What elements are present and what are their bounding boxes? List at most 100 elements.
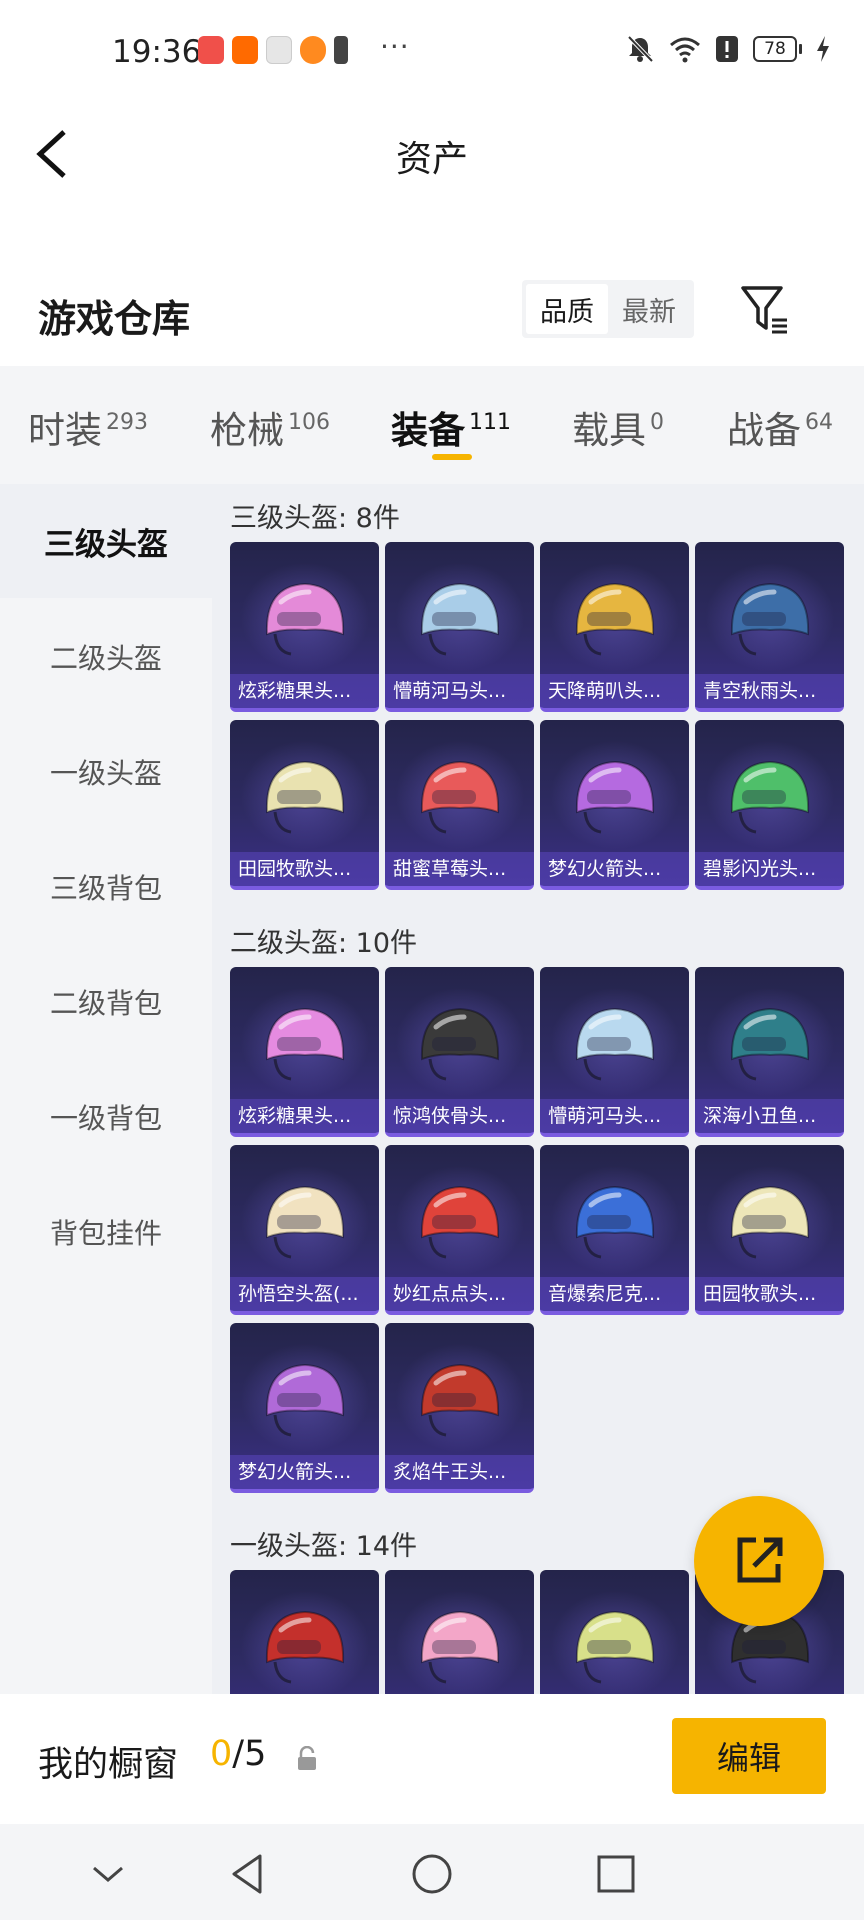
- item-card[interactable]: [230, 1570, 379, 1694]
- sidebar-item-level3-helmet[interactable]: 三级头盔: [0, 484, 212, 598]
- item-card[interactable]: 孙悟空头盔(...: [230, 1145, 379, 1315]
- item-name: 梦幻火箭头...: [230, 1455, 379, 1489]
- item-name: 炫彩糖果头...: [230, 674, 379, 708]
- back-triangle-icon[interactable]: [224, 1850, 272, 1898]
- item-name: 惊鸿侠骨头...: [385, 1099, 534, 1133]
- tab-count: 64: [805, 410, 833, 435]
- section-title: 一级头盔: 14件: [230, 1531, 418, 1562]
- tab-weapons[interactable]: 枪械 106: [210, 400, 330, 454]
- notification-app-icon: [198, 36, 224, 64]
- tab-label: 载具: [572, 409, 646, 452]
- sidebar-item-level2-helmet[interactable]: 二级头盔: [0, 600, 212, 714]
- item-card[interactable]: 懵萌河马头...: [540, 967, 689, 1137]
- item-name: 孙悟空头盔(...: [230, 1277, 379, 1311]
- app-header: 资产: [0, 100, 864, 210]
- mute-bell-icon: [627, 35, 654, 63]
- sidebar-item-level1-helmet[interactable]: 一级头盔: [0, 715, 212, 829]
- item-name: 炫彩糖果头...: [230, 1099, 379, 1133]
- item-card[interactable]: 深海小丑鱼...: [695, 967, 844, 1137]
- sidebar-item-level3-backpack[interactable]: 三级背包: [0, 830, 212, 944]
- tab-count: 111: [469, 410, 511, 435]
- status-bar: 19:36 ··· 78: [0, 0, 864, 100]
- item-card[interactable]: 梦幻火箭头...: [540, 720, 689, 890]
- sidebar-item-level2-backpack[interactable]: 二级背包: [0, 945, 212, 1059]
- showcase-total: /5: [232, 1734, 267, 1774]
- item-card[interactable]: 甜蜜草莓头...: [385, 720, 534, 890]
- showcase-label: 我的橱窗: [38, 1745, 179, 1785]
- helmet-icon: [730, 582, 810, 656]
- wifi-icon: [670, 37, 700, 63]
- tab-equipment[interactable]: 装备 111: [391, 400, 511, 454]
- alert-icon: [716, 36, 738, 62]
- share-button[interactable]: [694, 1496, 824, 1626]
- item-card[interactable]: 天降萌叭头...: [540, 542, 689, 712]
- item-name: 田园牧歌头...: [695, 1277, 844, 1311]
- helmet-icon: [730, 760, 810, 834]
- notification-icons: [198, 36, 348, 64]
- item-name: 天降萌叭头...: [540, 674, 689, 708]
- page: 19:36 ··· 78 资产 游戏仓库 品质 最新 时装 293 枪械 106…: [0, 0, 864, 1920]
- notification-app-icon: [334, 36, 348, 64]
- helmet-icon: [730, 1007, 810, 1081]
- showcase-count: 0/5: [210, 1734, 266, 1774]
- home-circle-icon[interactable]: [408, 1850, 456, 1898]
- item-card[interactable]: 田园牧歌头...: [230, 720, 379, 890]
- item-card[interactable]: 炙焰牛王头...: [385, 1323, 534, 1493]
- helmet-icon: [265, 1185, 345, 1259]
- sort-option-quality[interactable]: 品质: [526, 284, 608, 334]
- battery-icon: 78: [753, 35, 802, 63]
- item-card[interactable]: 懵萌河马头...: [385, 542, 534, 712]
- tab-supplies[interactable]: 战备 64: [727, 400, 833, 454]
- item-card[interactable]: 惊鸿侠骨头...: [385, 967, 534, 1137]
- helmet-icon: [575, 1610, 655, 1684]
- helmet-icon: [265, 1007, 345, 1081]
- status-indicators: 78: [625, 34, 830, 64]
- helmet-icon: [575, 1185, 655, 1259]
- item-name: 炙焰牛王头...: [385, 1455, 534, 1489]
- sidebar-item-level1-backpack[interactable]: 一级背包: [0, 1060, 212, 1174]
- tab-fashion[interactable]: 时装 293: [28, 400, 148, 454]
- item-card[interactable]: 青空秋雨头...: [695, 542, 844, 712]
- edit-button[interactable]: 编辑: [672, 1718, 826, 1794]
- chevron-down-icon[interactable]: [84, 1850, 132, 1898]
- item-card[interactable]: 炫彩糖果头...: [230, 967, 379, 1137]
- helmet-icon: [420, 1610, 500, 1684]
- helmet-icon: [575, 582, 655, 656]
- item-card[interactable]: [540, 1570, 689, 1694]
- helmet-icon: [265, 582, 345, 656]
- tab-label: 枪械: [210, 409, 284, 452]
- charging-icon: [817, 36, 829, 62]
- helmet-icon: [420, 1363, 500, 1437]
- item-card[interactable]: 梦幻火箭头...: [230, 1323, 379, 1493]
- filter-icon[interactable]: [740, 284, 790, 336]
- sidebar: 三级头盔 二级头盔 一级头盔 三级背包 二级背包 一级背包 背包挂件: [0, 484, 212, 1694]
- helmet-icon: [575, 760, 655, 834]
- section-title: 二级头盔: 10件: [230, 928, 418, 959]
- showcase-current: 0: [210, 1734, 233, 1774]
- item-name: 懵萌河马头...: [540, 1099, 689, 1133]
- item-name: 青空秋雨头...: [695, 674, 844, 708]
- item-card[interactable]: 妙红点点头...: [385, 1145, 534, 1315]
- sort-toggle: 品质 最新: [522, 280, 694, 338]
- category-tabs: 时装 293 枪械 106 装备 111 载具 0 战备 64: [0, 366, 864, 484]
- item-card[interactable]: 炫彩糖果头...: [230, 542, 379, 712]
- tab-count: 0: [650, 410, 664, 435]
- showcase-bar: 我的橱窗 0/5 编辑: [0, 1694, 864, 1824]
- helmet-icon: [730, 1185, 810, 1259]
- item-name: 深海小丑鱼...: [695, 1099, 844, 1133]
- item-card[interactable]: [385, 1570, 534, 1694]
- battery-level: 78: [753, 36, 797, 62]
- helmet-icon: [420, 1007, 500, 1081]
- tab-label: 战备: [727, 409, 801, 452]
- item-card[interactable]: 音爆索尼克...: [540, 1145, 689, 1315]
- helmet-icon: [265, 1363, 345, 1437]
- tab-vehicles[interactable]: 载具 0: [572, 400, 664, 454]
- notification-app-icon: [232, 36, 258, 64]
- item-card[interactable]: 田园牧歌头...: [695, 1145, 844, 1315]
- sort-option-newest[interactable]: 最新: [608, 284, 690, 334]
- helmet-icon: [265, 760, 345, 834]
- sidebar-item-backpack-charm[interactable]: 背包挂件: [0, 1175, 212, 1289]
- item-card[interactable]: 碧影闪光头...: [695, 720, 844, 890]
- recents-square-icon[interactable]: [592, 1850, 640, 1898]
- tab-count: 106: [288, 410, 330, 435]
